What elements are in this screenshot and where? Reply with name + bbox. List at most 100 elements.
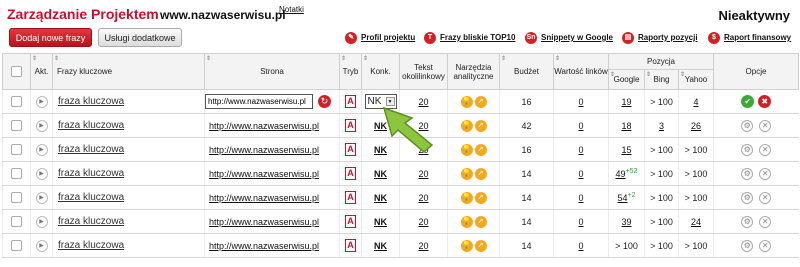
mode-badge[interactable]: A [345,167,356,180]
link-value[interactable]: 0 [578,145,583,155]
google-position[interactable]: > 100 [615,241,638,251]
page-url[interactable]: http://www.nazwaserwisu.pl [205,217,319,227]
refresh-icon[interactable]: ↻ [318,95,331,108]
yahoo-header[interactable]: ⇕ Yahoo [678,69,714,90]
keyword-link[interactable]: fraza kluczowa [53,240,124,251]
expand-icon[interactable]: ▶ [35,167,48,180]
link-text-value[interactable]: 20 [418,193,428,203]
page-url[interactable]: http://www.nazwaserwisu.pl [205,145,319,155]
bing-position[interactable]: > 100 [650,145,673,155]
yahoo-position[interactable]: > 100 [685,241,708,251]
expand-icon[interactable]: ▶ [35,143,48,156]
link-value[interactable]: 0 [578,193,583,203]
mode-badge[interactable]: A [345,191,356,204]
close-icon[interactable]: ✕ [759,239,772,252]
mode-badge[interactable]: A [345,95,356,108]
trend-icon[interactable]: ↗ [474,167,487,180]
link-text-value[interactable]: 20 [418,217,428,227]
google-position[interactable]: 49 [616,169,626,179]
competition-value[interactable]: NK [374,241,387,251]
keyword-link[interactable]: fraza kluczowa [53,168,124,179]
page-url[interactable]: http://www.nazwaserwisu.pl [205,241,319,251]
expand-icon[interactable]: ▶ [35,191,48,204]
gear-icon[interactable]: ⚙ [741,119,754,132]
link-text-value[interactable]: 20 [418,169,428,179]
expand-icon[interactable]: ▶ [35,119,48,132]
bulb-icon[interactable]: 💡 [460,167,473,180]
close-icon[interactable]: ✕ [759,119,772,132]
yahoo-position[interactable]: 4 [693,97,698,107]
gear-icon[interactable]: ⚙ [741,215,754,228]
cancel-icon[interactable]: ✖ [758,95,772,108]
page-url-input[interactable] [205,94,313,109]
link-value[interactable]: 0 [578,121,583,131]
bing-position[interactable]: 3 [659,121,664,131]
link-value[interactable]: 0 [578,217,583,227]
bing-position[interactable]: > 100 [650,193,673,203]
page-url[interactable]: http://www.nazwaserwisu.pl [205,121,319,131]
competition-value[interactable]: NK [374,193,387,203]
financial-report-link[interactable]: $ Raport finansowy [708,32,791,44]
bulb-icon[interactable]: 💡 [460,215,473,228]
page-url[interactable]: http://www.nazwaserwisu.pl [205,193,319,203]
yahoo-position[interactable]: 26 [691,121,701,131]
bing-position[interactable]: > 100 [650,217,673,227]
expand-icon[interactable]: ▶ [35,95,48,108]
competition-header[interactable]: ⇕ Konk. [361,53,400,90]
keyword-link[interactable]: fraza kluczowa [53,120,124,131]
link-value-header[interactable]: ⇕ Wartość linków [553,53,609,90]
expand-icon[interactable]: ▶ [35,239,48,252]
trend-icon[interactable]: ↗ [474,143,487,156]
bulb-icon[interactable]: 💡 [460,119,473,132]
row-checkbox[interactable] [11,192,22,204]
google-position[interactable]: 18 [621,121,631,131]
google-header[interactable]: ⇕ Google [608,69,645,90]
gear-icon[interactable]: ⚙ [741,191,754,204]
competition-value[interactable]: NK [374,217,387,227]
google-position[interactable]: 19 [621,97,631,107]
close-icon[interactable]: ✕ [759,191,772,204]
close-icon[interactable]: ✕ [759,143,772,156]
page-header[interactable]: ⇕ Strona [204,53,340,90]
trend-icon[interactable]: ↗ [474,95,487,108]
link-value[interactable]: 0 [578,169,583,179]
trend-icon[interactable]: ↗ [474,191,487,204]
position-reports-link[interactable]: ▤ Raporty pozycji [622,32,698,44]
keywords-header[interactable]: ⇕ Frazy kluczowe [52,53,205,90]
link-text-value[interactable]: 20 [418,241,428,251]
row-checkbox[interactable] [11,120,22,132]
close-icon[interactable]: ✕ [759,167,772,180]
bulb-icon[interactable]: 💡 [460,143,473,156]
expand-icon[interactable]: ▶ [35,215,48,228]
row-checkbox[interactable] [11,168,22,180]
bulb-icon[interactable]: 💡 [460,95,473,108]
akt-header[interactable]: ⇕ Akt. [30,53,53,90]
close-icon[interactable]: ✕ [759,215,772,228]
bulb-icon[interactable]: 💡 [460,239,473,252]
google-position[interactable]: 54 [618,193,628,203]
top10-link[interactable]: T Frazy bliskie TOP10 [424,32,515,44]
bing-position[interactable]: > 100 [650,241,673,251]
yahoo-position[interactable]: > 100 [685,169,708,179]
bing-position[interactable]: > 100 [650,169,673,179]
trend-icon[interactable]: ↗ [474,119,487,132]
keyword-link[interactable]: fraza kluczowa [53,144,124,155]
gear-icon[interactable]: ⚙ [741,143,754,156]
row-checkbox[interactable] [11,240,22,252]
yahoo-position[interactable]: > 100 [685,145,708,155]
snippets-link[interactable]: Sn Snippety w Google [525,32,613,44]
trend-icon[interactable]: ↗ [474,215,487,228]
mode-badge[interactable]: A [345,119,356,132]
bing-header[interactable]: ⇕ Bing [644,69,679,90]
gear-icon[interactable]: ⚙ [741,167,754,180]
select-all-checkbox[interactable] [11,66,22,77]
google-position[interactable]: 15 [621,145,631,155]
trend-icon[interactable]: ↗ [474,239,487,252]
link-value[interactable]: 0 [578,241,583,251]
mode-badge[interactable]: A [345,215,356,228]
bulb-icon[interactable]: 💡 [460,191,473,204]
row-checkbox[interactable] [11,96,22,108]
gear-icon[interactable]: ⚙ [741,239,754,252]
profile-link[interactable]: ✎ Profil projektu [345,32,415,44]
mode-header[interactable]: ⇕ Tryb [339,53,362,90]
